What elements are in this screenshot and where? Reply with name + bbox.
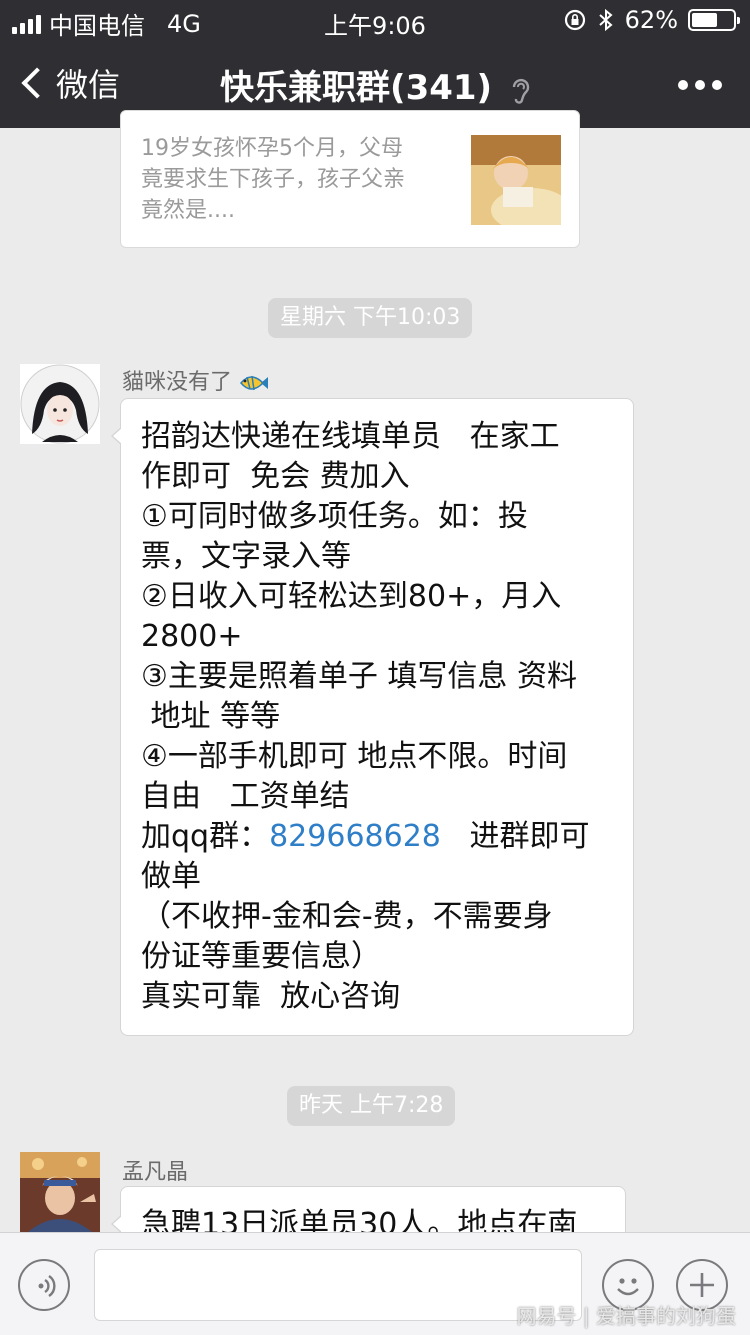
- message-line: 作即可 免会 费加入: [141, 459, 410, 494]
- qq-prefix: 加qq群：: [141, 819, 270, 854]
- header: 中国电信 4G 上午9:06 62% 微信 快乐兼职群(341): [0, 0, 750, 128]
- message-line: 做单: [141, 859, 201, 894]
- sender-name: 貓咪没有了: [122, 364, 269, 396]
- avatar[interactable]: [20, 1152, 100, 1232]
- message-line: ④一部手机即可 地点不限。时间: [141, 739, 568, 774]
- article-line: 竟然是....: [141, 198, 235, 223]
- sender-name-text: 貓咪没有了: [122, 370, 233, 395]
- timestamp: 星期六 下午10:03: [268, 298, 473, 338]
- chat-title-text: 快乐兼职群(341): [220, 68, 493, 108]
- message-line: ③主要是照着单子 填写信息 资料: [141, 659, 577, 694]
- message-text: 招韵达快递在线填单员 在家工 作即可 免会 费加入 ①可同时做多项任务。如：投 …: [141, 417, 590, 1017]
- rotation-lock-icon: [564, 9, 585, 31]
- message-line-qq: 加qq群：829668628 进群即可: [141, 817, 590, 857]
- article-summary: 19岁女孩怀孕5个月，父母 竟要求生下孩子，孩子父亲 竟然是....: [141, 133, 431, 226]
- status-right: 62%: [563, 6, 740, 34]
- message-line: 真实可靠 放心咨询: [141, 979, 401, 1014]
- battery-percent: 62%: [624, 6, 678, 34]
- message-input[interactable]: [94, 1249, 582, 1321]
- message-line: 份证等重要信息）: [141, 939, 381, 974]
- message-line: （不收押-金和会-费，不需要身: [141, 899, 553, 934]
- chat-title: 快乐兼职群(341): [0, 60, 750, 109]
- avatar[interactable]: [20, 364, 100, 444]
- message-line: ①可同时做多项任务。如：投: [141, 499, 528, 534]
- earpiece-mode-icon: [512, 78, 530, 104]
- message-line: ②日收入可轻松达到80+，月入: [141, 579, 562, 614]
- battery-icon: [688, 9, 740, 31]
- bluetooth-icon: [598, 8, 613, 32]
- article-line: 19岁女孩怀孕5个月，父母: [141, 136, 403, 161]
- qq-suffix: 进群即可: [440, 819, 590, 854]
- more-button[interactable]: [678, 80, 722, 90]
- timestamp: 昨天 上午7:28: [287, 1086, 456, 1126]
- status-bar: 中国电信 4G 上午9:06 62%: [0, 0, 750, 40]
- shared-article-card[interactable]: 19岁女孩怀孕5个月，父母 竟要求生下孩子，孩子父亲 竟然是....: [120, 110, 580, 248]
- battery-level: [692, 13, 717, 27]
- fish-emoji-icon: [240, 375, 269, 391]
- message-line: 地址 等等: [141, 699, 281, 734]
- voice-icon: [38, 1275, 56, 1297]
- watermark: 网易号 | 爱搞事的刘狗蛋: [516, 1304, 736, 1328]
- sender-name: 孟凡晶: [122, 1160, 189, 1185]
- message-line: 招韵达快递在线填单员 在家工: [141, 419, 560, 454]
- article-line: 竟要求生下孩子，孩子父亲: [141, 167, 406, 192]
- message-bubble[interactable]: 招韵达快递在线填单员 在家工 作即可 免会 费加入 ①可同时做多项任务。如：投 …: [111, 398, 634, 1036]
- voice-button[interactable]: [18, 1259, 70, 1311]
- message-line: 自由 工资单结: [141, 779, 350, 814]
- article-thumbnail: [471, 135, 561, 225]
- message-line: 票，文字录入等: [141, 539, 351, 574]
- message-line: 2800+: [141, 619, 243, 654]
- qq-number-link[interactable]: 829668628: [269, 819, 441, 854]
